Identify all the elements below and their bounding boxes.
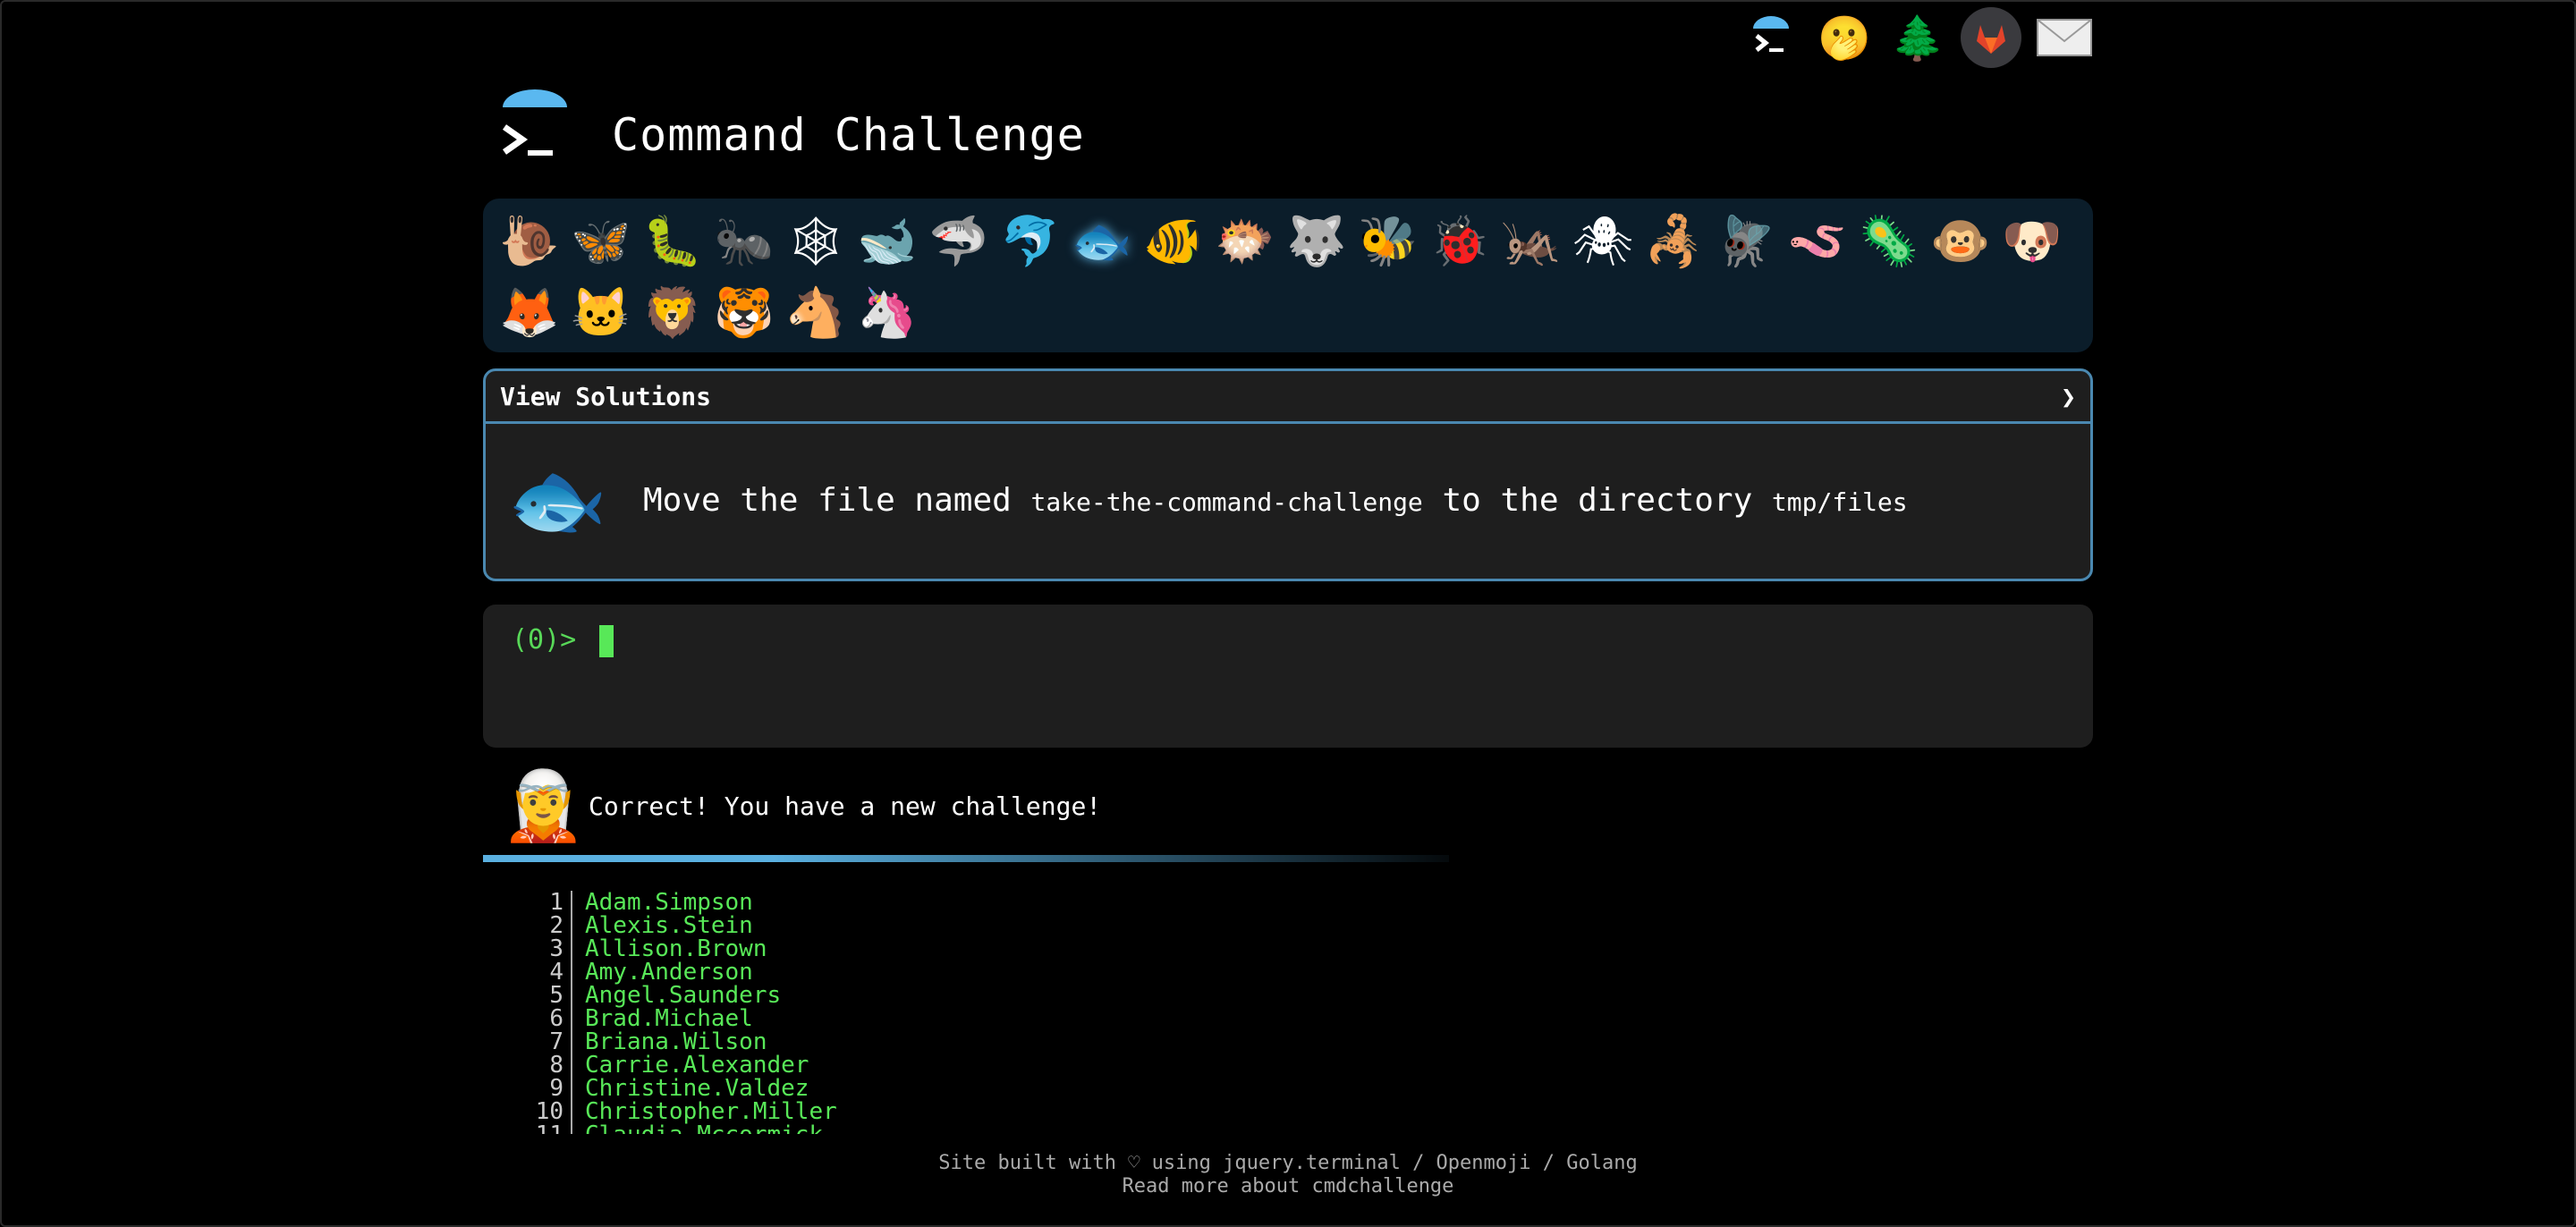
challenge-file-name: take-the-command-challenge: [1030, 487, 1423, 517]
list-item: 10 Christopher.Miller: [510, 1100, 837, 1123]
animal-spider-web-icon[interactable]: 🕸: [780, 206, 852, 277]
line-number: 6: [510, 1007, 572, 1030]
line-number: 10: [510, 1100, 572, 1123]
page-title: Command Challenge: [612, 109, 1085, 161]
animal-worm-icon[interactable]: 🪱: [1782, 206, 1853, 277]
animal-bee-icon[interactable]: 🐝: [1352, 206, 1424, 277]
list-item-name: Carrie.Alexander: [585, 1052, 809, 1079]
terminal-prompt: (0)>: [512, 624, 593, 656]
animal-fly-icon[interactable]: 🪰: [1710, 206, 1782, 277]
list-item-name: Amy.Anderson: [585, 959, 753, 986]
challenge-text-prefix: Move the file named: [643, 481, 1031, 519]
line-number: 5: [510, 984, 572, 1007]
animal-dog-icon[interactable]: 🐶: [1996, 206, 2068, 277]
line-number: 1: [510, 891, 572, 914]
animal-spider-icon[interactable]: 🕷: [1567, 206, 1639, 277]
challenge-directory: tmp/files: [1771, 487, 1908, 517]
logo-icon: [496, 89, 574, 168]
animal-snail-icon[interactable]: 🐌: [494, 206, 565, 277]
hand-over-mouth-icon[interactable]: 🫢: [1814, 7, 1875, 68]
progress-bar: [483, 855, 1449, 862]
animal-monkey-icon[interactable]: 🐵: [1925, 206, 1996, 277]
list-item-name: Adam.Simpson: [585, 891, 753, 916]
list-item: 11Claudia.Mccormick: [510, 1123, 837, 1134]
list-item-name: Brad.Michael: [585, 1005, 753, 1032]
list-item: 9 Christine.Valdez: [510, 1077, 837, 1100]
animal-horse-icon[interactable]: 🐴: [780, 277, 852, 349]
list-item: 4 Amy.Anderson: [510, 960, 837, 984]
hand-over-mouth-glyph: 🫢: [1818, 13, 1871, 63]
challenge-description: 🐟 Move the file named take-the-command-c…: [486, 424, 2090, 576]
animal-wolf-icon[interactable]: 🐺: [1281, 206, 1352, 277]
animal-cat-icon[interactable]: 🐱: [565, 277, 637, 349]
chevron-right-icon: ❯: [2061, 381, 2076, 411]
animal-shark-icon[interactable]: 🦈: [923, 206, 995, 277]
solutions-panel: View Solutions ❯ 🐟 Move the file named t…: [483, 368, 2093, 581]
view-solutions-label: View Solutions: [500, 381, 712, 411]
status-message: 🧝 Correct! You have a new challenge!: [501, 766, 1101, 846]
list-item: 6 Brad.Michael: [510, 1007, 837, 1030]
terminal-icon[interactable]: [1741, 7, 1801, 68]
mail-icon[interactable]: [2034, 7, 2095, 68]
list-item-name: Christopher.Miller: [585, 1098, 837, 1125]
fish-icon: 🐟: [506, 453, 608, 547]
animal-whale-icon[interactable]: 🐋: [852, 206, 923, 277]
status-message-text: Correct! You have a new challenge!: [589, 791, 1102, 821]
view-solutions-toggle[interactable]: View Solutions ❯: [486, 371, 2090, 424]
challenge-animal-strip: 🐌 🦋 🐛 🐜 🕸 🐋 🦈 🐬 🐟 🐠 🐡 🐺 🐝 🐞 🦗 🕷 🦂 🪰 🪱 🦠 🐵 🐶 🦊 🐱 🦁 🐯 🐴 🦄: [483, 199, 2093, 352]
animal-tiger-icon[interactable]: 🐯: [708, 277, 780, 349]
list-item: 1 Adam.Simpson: [510, 891, 837, 914]
footer: Site built with ♡ using jquery.terminal …: [0, 1152, 2576, 1198]
list-item: 8 Carrie.Alexander: [510, 1054, 837, 1077]
tree-icon[interactable]: 🌲: [1887, 7, 1948, 68]
animal-butterfly-icon[interactable]: 🦋: [565, 206, 637, 277]
list-item-name: Alexis.Stein: [585, 912, 753, 939]
animal-unicorn-icon[interactable]: 🦄: [852, 277, 923, 349]
animal-blowfish-icon[interactable]: 🐡: [1209, 206, 1281, 277]
top-icons: 🫢 🌲: [1741, 7, 2095, 68]
list-item: 3 Allison.Brown: [510, 937, 837, 960]
line-number: 8: [510, 1054, 572, 1077]
challenge-text-mid: to the directory: [1422, 481, 1772, 519]
list-item-name: Briana.Wilson: [585, 1028, 767, 1055]
animal-cricket-icon[interactable]: 🦗: [1496, 206, 1567, 277]
line-number: 4: [510, 960, 572, 984]
gitlab-icon[interactable]: [1961, 7, 2021, 68]
output-list: 1 Adam.Simpson 2 Alexis.Stein 3 Allison.Brown…: [510, 891, 837, 1134]
tree-glyph: 🌲: [1891, 13, 1945, 63]
animal-dolphin-icon[interactable]: 🐬: [995, 206, 1066, 277]
animal-bug-icon[interactable]: 🐛: [637, 206, 708, 277]
elf-icon: 🧝: [501, 766, 586, 845]
animal-microbe-icon[interactable]: 🦠: [1853, 206, 1925, 277]
line-number: 11: [510, 1123, 572, 1134]
line-number: 3: [510, 937, 572, 960]
terminal-cursor: [599, 624, 614, 657]
animal-ant-icon[interactable]: 🐜: [708, 206, 780, 277]
list-item: 5 Angel.Saunders: [510, 984, 837, 1007]
animal-lion-icon[interactable]: 🦁: [637, 277, 708, 349]
challenge-text: Move the file named take-the-command-cha…: [643, 482, 1908, 519]
list-item-name: Christine.Valdez: [585, 1075, 809, 1102]
animal-scorpion-icon[interactable]: 🦂: [1639, 206, 1710, 277]
list-item-name: Allison.Brown: [585, 935, 767, 962]
line-number: 2: [510, 914, 572, 937]
list-item: 2 Alexis.Stein: [510, 914, 837, 937]
animal-fox-icon[interactable]: 🦊: [494, 277, 565, 349]
animal-ladybug-icon[interactable]: 🐞: [1424, 206, 1496, 277]
line-number: 9: [510, 1077, 572, 1100]
line-number: 7: [510, 1030, 572, 1054]
animal-tropical-fish-icon[interactable]: 🐠: [1138, 206, 1209, 277]
terminal-input[interactable]: (0)>: [483, 605, 2093, 748]
list-item: 7 Briana.Wilson: [510, 1030, 837, 1054]
list-item-name: Claudia.Mccormick: [572, 1123, 823, 1134]
list-item-name: Angel.Saunders: [585, 982, 782, 1009]
footer-about-link[interactable]: Read more about cmdchallenge: [0, 1175, 2576, 1198]
animal-fish-icon[interactable]: 🐟: [1066, 206, 1138, 277]
footer-credits: Site built with ♡ using jquery.terminal …: [938, 1152, 1638, 1174]
